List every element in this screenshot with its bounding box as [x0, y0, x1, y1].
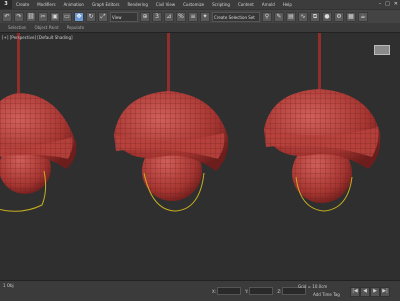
pendant-lamp-3[interactable]: [264, 33, 381, 212]
selection-count: 1 Obj: [3, 283, 14, 288]
scale-icon[interactable]: ⤢: [98, 11, 108, 22]
prev-frame-icon[interactable]: ◀: [360, 287, 370, 297]
perspective-viewport[interactable]: [+] [Perspective] [Default Shading]: [0, 33, 400, 280]
undo-icon[interactable]: ↶: [2, 11, 12, 22]
layer-icon[interactable]: ▤: [286, 11, 296, 22]
menu-item-help[interactable]: Help: [279, 0, 296, 9]
percent-snap-icon[interactable]: %: [176, 11, 186, 22]
viewport-label[interactable]: [+] [Perspective] [Default Shading]: [2, 35, 73, 40]
ribbon-bar: Selection Object Paint Populate: [0, 23, 400, 33]
y-label: Y:: [245, 288, 249, 294]
add-time-tag[interactable]: Add Time Tag: [313, 292, 340, 297]
render-setup-icon[interactable]: ⚙: [334, 11, 344, 22]
rotate-icon[interactable]: ↻: [86, 11, 96, 22]
go-end-icon[interactable]: ▶|: [380, 287, 390, 297]
angle-snap-icon[interactable]: ⊿: [164, 11, 174, 22]
x-coord-field[interactable]: [217, 287, 242, 295]
main-toolbar: ↶ ↷ ⛓ ✂ ▣ ▭ ✥ ↻ ⤢ View ⊕ 3 ⊿ % ≡ ✦ Creat…: [0, 9, 400, 23]
curve-editor-icon[interactable]: ∿: [298, 11, 308, 22]
minimize-icon[interactable]: –: [379, 0, 382, 9]
status-bar: 1 Obj X: Y: Z: Grid = 10.0cm Add Time Ta…: [0, 280, 400, 301]
pendant-lamp-1[interactable]: [0, 33, 77, 212]
move-icon[interactable]: ✥: [74, 11, 84, 22]
snap-icon[interactable]: 3: [152, 11, 162, 22]
named-selection-icon[interactable]: ✦: [200, 11, 210, 22]
coordinate-display: X: Y: Z:: [212, 287, 307, 295]
ribbon-tab-selection[interactable]: Selection: [8, 25, 26, 30]
selection-set-dropdown[interactable]: Create Selection Set: [212, 11, 260, 22]
menu-item-customize[interactable]: Customize: [179, 0, 208, 9]
window-controls: – □ ✕: [379, 0, 398, 9]
menu-item-civil-view[interactable]: Civil View: [152, 0, 179, 9]
region-select-icon[interactable]: ▭: [62, 11, 72, 22]
menu-bar: 3 Create Modifiers Animation Graph Edito…: [0, 0, 400, 9]
z-label: Z:: [277, 288, 282, 294]
app-logo[interactable]: 3: [0, 0, 12, 9]
menu-item-rendering[interactable]: Rendering: [123, 0, 151, 9]
x-label: X:: [212, 288, 217, 294]
close-icon[interactable]: ✕: [394, 0, 398, 9]
reference-coordinate-select[interactable]: View: [110, 11, 138, 22]
unlink-icon[interactable]: ✂: [38, 11, 48, 22]
spinner-snap-icon[interactable]: ≡: [188, 11, 198, 22]
menu-item-create[interactable]: Create: [12, 0, 33, 9]
scene-render: [0, 33, 381, 212]
menu-item-animation[interactable]: Animation: [60, 0, 88, 9]
menu-item-content[interactable]: Content: [234, 0, 258, 9]
maximize-icon[interactable]: □: [385, 0, 390, 9]
select-object-icon[interactable]: ▣: [50, 11, 60, 22]
schematic-icon[interactable]: ⧉: [310, 11, 320, 22]
menu-item-modifiers[interactable]: Modifiers: [33, 0, 59, 9]
ribbon-tab-object-paint[interactable]: Object Paint: [34, 25, 58, 30]
pendant-lamp-2[interactable]: [114, 33, 229, 212]
ribbon-tab-populate[interactable]: Populate: [67, 25, 84, 30]
material-editor-icon[interactable]: ●: [322, 11, 332, 22]
menu-item-graph-editors[interactable]: Graph Editors: [88, 0, 123, 9]
play-icon[interactable]: ▶: [370, 287, 380, 297]
menu-item-scripting[interactable]: Scripting: [208, 0, 234, 9]
render-frame-icon[interactable]: ▦: [346, 11, 356, 22]
viewcube[interactable]: [374, 45, 390, 55]
align-icon[interactable]: ✎: [274, 11, 284, 22]
mirror-icon[interactable]: ⚲: [262, 11, 272, 22]
y-coord-field[interactable]: [249, 287, 274, 295]
redo-icon[interactable]: ↷: [14, 11, 24, 22]
pivot-icon[interactable]: ⊕: [140, 11, 150, 22]
go-start-icon[interactable]: |◀: [350, 287, 360, 297]
render-icon[interactable]: ☕: [358, 11, 368, 22]
link-icon[interactable]: ⛓: [26, 11, 36, 22]
grid-size: Grid = 10.0cm: [298, 284, 328, 289]
menu-item-arnold[interactable]: Arnold: [258, 0, 279, 9]
